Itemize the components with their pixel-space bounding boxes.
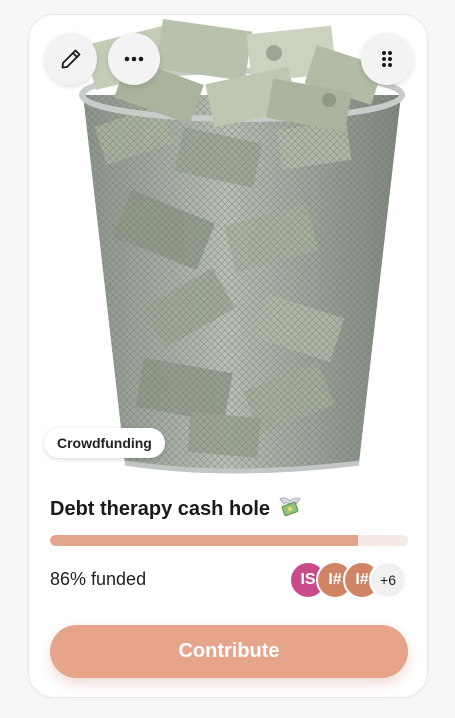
category-tag: Crowdfunding xyxy=(44,428,165,458)
contribute-button[interactable]: Contribute xyxy=(50,625,408,678)
campaign-title: Debt therapy cash hole xyxy=(50,495,410,523)
campaign-title-text: Debt therapy cash hole xyxy=(50,497,271,520)
cover-image: Crowdfunding xyxy=(29,15,427,475)
funding-progress-fill xyxy=(50,535,358,546)
more-contributors-badge: +6 xyxy=(369,561,407,599)
funded-label: 86% funded xyxy=(50,569,147,589)
more-options-button[interactable] xyxy=(108,33,160,85)
pencil-icon xyxy=(59,47,83,71)
wastebasket-illustration xyxy=(79,18,405,474)
fundraiser-card: Crowdfunding Debt therapy cash hole 86% … xyxy=(28,14,428,698)
money-with-wings-icon xyxy=(278,495,302,523)
funding-progress-bar xyxy=(50,535,408,546)
drag-handle-icon xyxy=(377,49,397,69)
ellipsis-icon xyxy=(123,48,145,70)
drag-handle-button[interactable] xyxy=(361,33,413,85)
edit-button[interactable] xyxy=(45,33,97,85)
